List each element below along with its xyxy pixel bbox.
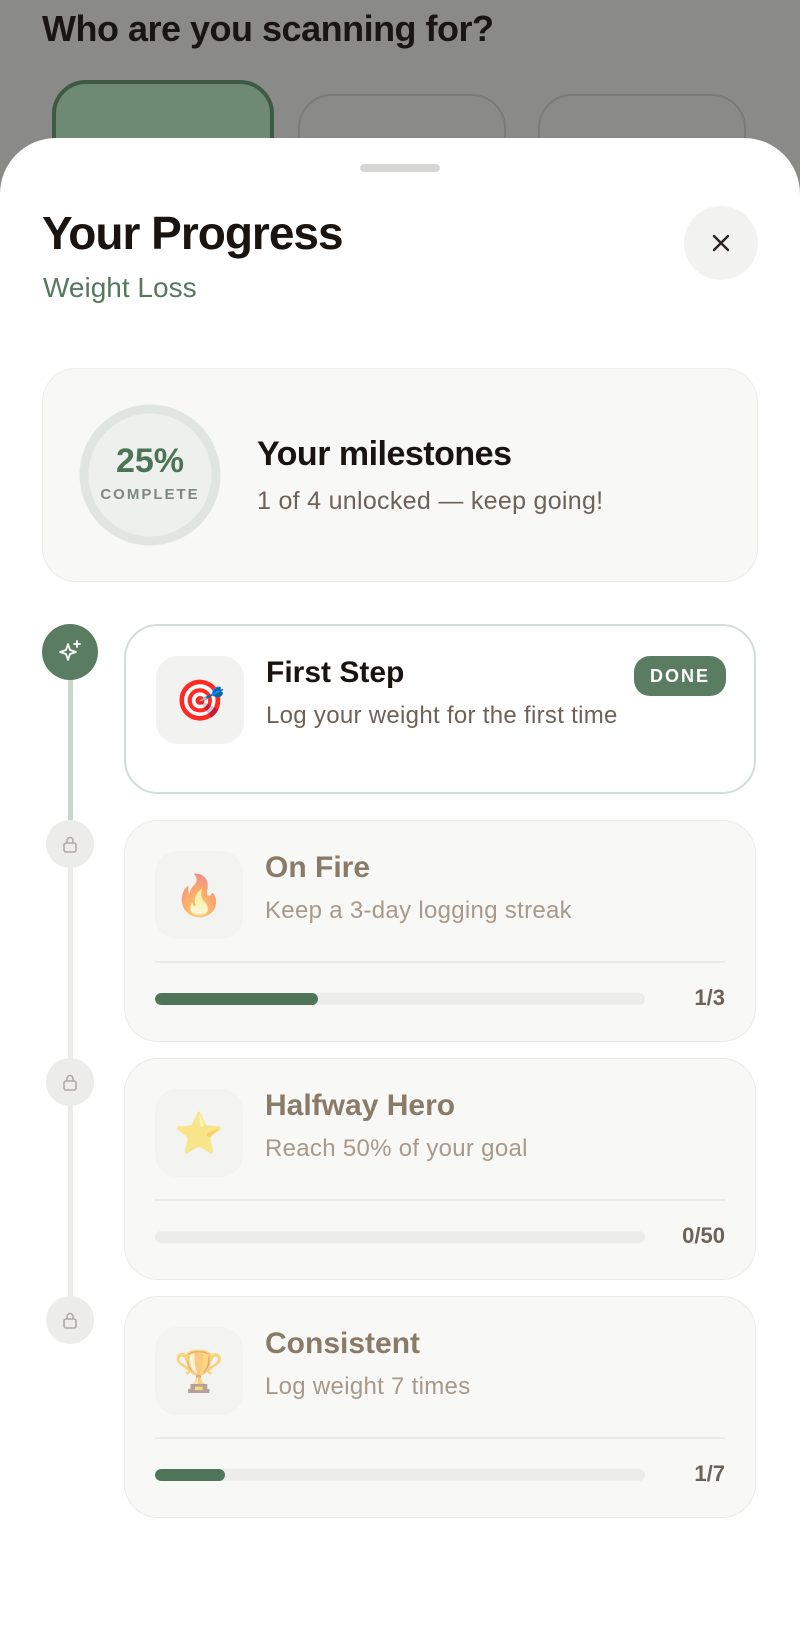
progress-bar <box>155 993 645 1005</box>
timeline-node-locked <box>46 1296 94 1344</box>
milestone-card-on-fire[interactable]: 🔥 On Fire Keep a 3-day logging streak 1/… <box>124 820 756 1042</box>
milestone-card-halfway-hero[interactable]: ⭐ Halfway Hero Reach 50% of your goal 0/… <box>124 1058 756 1280</box>
timeline-node-locked <box>46 1058 94 1106</box>
milestone-title: Consistent <box>265 1327 421 1360</box>
milestone-description: Log weight 7 times <box>265 1373 471 1400</box>
timeline-node-done <box>42 624 98 680</box>
summary-title: Your milestones <box>257 435 512 473</box>
progress-bar-fill <box>155 993 319 1005</box>
star-icon: ⭐ <box>155 1089 243 1177</box>
close-button[interactable] <box>684 206 758 280</box>
timeline-line-completed <box>68 668 73 836</box>
milestone-card-first-step[interactable]: 🎯 First Step Log your weight for the fir… <box>124 624 756 794</box>
progress-percent: 25% <box>115 442 185 480</box>
status-badge: DONE <box>633 656 726 696</box>
summary-subtitle: 1 of 4 unlocked — keep going! <box>257 487 604 515</box>
milestone-card-consistent[interactable]: 🏆 Consistent Log weight 7 times 1/7 <box>124 1296 756 1518</box>
trophy-icon: 🏆 <box>155 1327 243 1415</box>
sheet-grabber[interactable] <box>360 164 440 172</box>
background-title: Who are you scanning for? <box>42 8 494 49</box>
milestone-title: Halfway Hero <box>265 1089 456 1122</box>
divider <box>155 1199 725 1201</box>
lock-icon <box>63 1312 77 1329</box>
lock-icon <box>63 1074 77 1091</box>
progress-bar <box>155 1469 645 1481</box>
divider <box>155 961 725 963</box>
sparkle-icon <box>59 640 81 661</box>
progress-count: 1/7 <box>694 1461 725 1486</box>
close-icon <box>712 234 730 252</box>
progress-count: 1/3 <box>694 985 725 1010</box>
timeline-node-locked <box>46 820 94 868</box>
progress-bar-fill <box>155 1469 226 1481</box>
milestone-description: Keep a 3-day logging streak <box>265 897 572 924</box>
milestones-summary-card: 25% COMPLETE Your milestones 1 of 4 unlo… <box>42 368 758 582</box>
progress-ring: 25% COMPLETE <box>77 402 223 548</box>
progress-sheet: Your Progress Weight Loss 25% COMPLETE Y… <box>0 138 800 1638</box>
milestone-title: On Fire <box>265 851 371 884</box>
sheet-title: Your Progress <box>42 207 344 259</box>
divider <box>155 1437 725 1439</box>
timeline-line <box>68 1100 73 1312</box>
progress-count: 0/50 <box>682 1223 725 1248</box>
lock-icon <box>63 836 77 853</box>
milestone-description: Log your weight for the first time <box>266 702 618 729</box>
progress-bar <box>155 1231 645 1243</box>
target-icon: 🎯 <box>156 656 244 744</box>
milestone-title: First Step <box>266 656 405 689</box>
progress-percent-label: COMPLETE <box>100 486 200 503</box>
sheet-subtitle: Weight Loss <box>43 272 197 303</box>
fire-icon: 🔥 <box>155 851 243 939</box>
timeline-line <box>68 862 73 1074</box>
milestone-description: Reach 50% of your goal <box>265 1135 528 1162</box>
